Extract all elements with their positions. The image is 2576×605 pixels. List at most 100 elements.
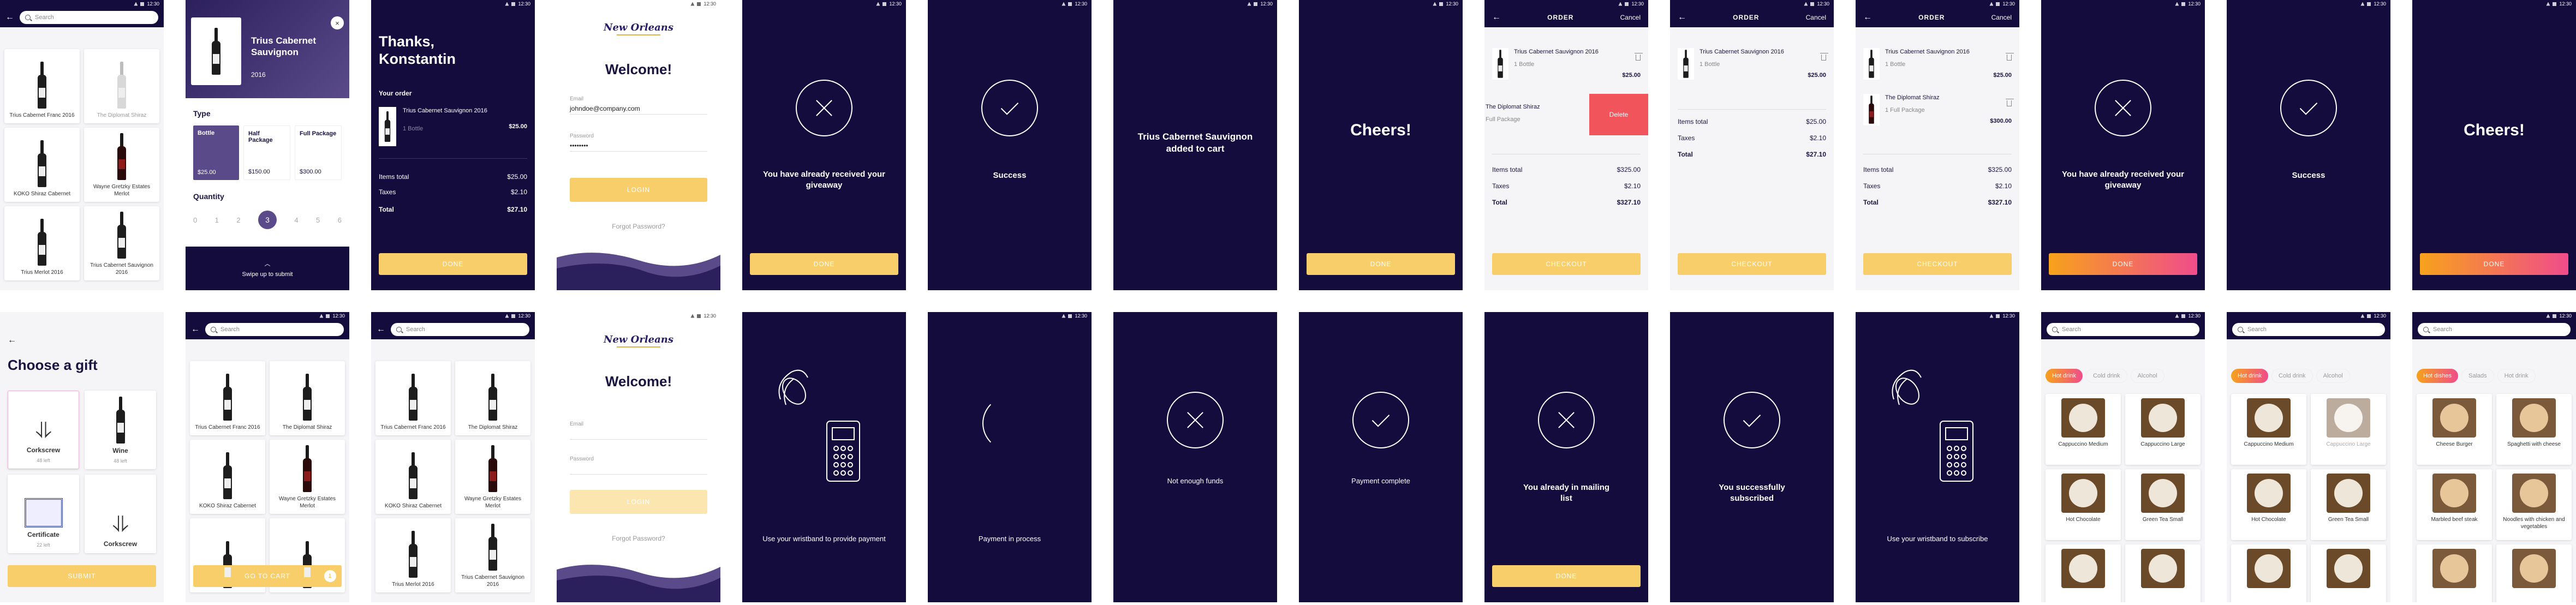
bottle-icon [38, 140, 46, 187]
trash-icon[interactable] [2006, 53, 2014, 61]
delete-button[interactable]: Delete [1589, 94, 1648, 135]
wine-card[interactable]: KOKO Shiraz Cabernet [4, 128, 80, 202]
trash-icon[interactable] [2006, 99, 2014, 106]
tab-cold-drink[interactable]: Cold drink [2271, 369, 2313, 383]
gift-card[interactable]: ⥥ Corkscrew [85, 475, 156, 553]
wine-card[interactable]: Trius Merlot 2016 [375, 518, 451, 592]
login-button[interactable]: LOGIN [570, 178, 707, 202]
dish-image [2432, 549, 2476, 588]
cancel-button[interactable]: Cancel [1806, 14, 1826, 21]
tab-hot-drink[interactable]: Hot drink [2046, 369, 2083, 383]
menu-item[interactable]: Cappuccino Medium [2046, 394, 2121, 465]
gift-card[interactable]: ⥥ Corkscrew 48 left [8, 391, 79, 469]
type-option-bottle[interactable]: Bottle $25.00 [193, 125, 239, 180]
menu-item[interactable]: Green Tea Small [2125, 469, 2201, 540]
menu-item[interactable] [2311, 544, 2386, 602]
search-input[interactable]: Search [2418, 323, 2571, 336]
status-bar: 12:30 [2412, 312, 2576, 320]
forgot-password-link[interactable]: Forgot Password? [557, 223, 720, 230]
tab-hot-dishes[interactable]: Hot dishes [2417, 369, 2458, 383]
cancel-button[interactable]: Cancel [1620, 14, 1641, 21]
type-option-half[interactable]: Half Package $150.00 [243, 125, 290, 180]
done-button[interactable]: DONE [750, 253, 898, 275]
checkout-button[interactable]: CHECKOUT [1678, 253, 1826, 275]
back-arrow-icon[interactable]: ← [1863, 13, 1872, 22]
wine-card[interactable]: Trius Cabernet Sauvignon 2016 [455, 518, 530, 592]
menu-item[interactable]: Hot Chocolate [2231, 469, 2306, 540]
back-arrow-icon[interactable]: ← [377, 325, 385, 334]
menu-item[interactable] [2046, 544, 2121, 602]
password-field[interactable]: Password [570, 456, 707, 475]
menu-item[interactable]: Green Tea Small [2311, 469, 2386, 540]
gift-card[interactable]: Certificate 22 left [8, 475, 79, 553]
search-input[interactable]: Search [2047, 323, 2199, 336]
wine-card[interactable]: The Diplomat Shiraz [84, 49, 159, 123]
submit-button[interactable]: SUBMIT [8, 565, 156, 587]
type-option-full[interactable]: Full Package $300.00 [295, 125, 342, 180]
menu-item[interactable] [2417, 544, 2492, 602]
tab-salads[interactable]: Salads [2461, 369, 2494, 383]
wine-card[interactable]: Trius Cabernet Franc 2016 [4, 49, 80, 123]
menu-item[interactable] [2125, 544, 2201, 602]
menu-item[interactable] [2496, 544, 2572, 602]
wine-card[interactable]: Wayne Gretzky Estates Merlot [455, 440, 530, 514]
back-arrow-icon[interactable]: ← [191, 325, 200, 334]
wine-card[interactable]: Trius Cabernet Sauvignon 2016 [84, 206, 159, 280]
email-field[interactable]: Email johndoe@company.com [570, 96, 707, 115]
wine-card[interactable]: Trius Cabernet Franc 2016 [375, 361, 451, 435]
checkout-button[interactable]: CHECKOUT [1863, 253, 2012, 275]
selected-quantity[interactable]: 3 [258, 211, 277, 229]
checkout-button[interactable]: CHECKOUT [1492, 253, 1641, 275]
trash-icon[interactable] [1820, 53, 1828, 61]
cancel-button[interactable]: Cancel [1991, 14, 2012, 21]
done-button[interactable]: DONE [1307, 253, 1455, 275]
menu-item[interactable] [2231, 544, 2306, 602]
swipe-submit[interactable]: ︿ Swipe up to submit [186, 247, 349, 290]
forgot-password-link[interactable]: Forgot Password? [557, 535, 720, 542]
login-button[interactable]: LOGIN [570, 490, 707, 514]
close-icon[interactable]: × [331, 16, 344, 29]
wine-card[interactable]: Wayne Gretzky Estates Merlot [84, 128, 159, 202]
menu-item[interactable]: Spaghetti with cheese [2496, 394, 2572, 465]
menu-item[interactable]: Marbled beef steak [2417, 469, 2492, 540]
menu-item[interactable]: Cappuccino Medium [2231, 394, 2306, 465]
menu-item[interactable]: Cappuccino Large [2311, 394, 2386, 465]
wine-card[interactable]: KOKO Shiraz Cabernet [190, 440, 265, 514]
email-field[interactable]: Email [570, 421, 707, 440]
wine-card[interactable]: Trius Cabernet Franc 2016 [190, 361, 265, 435]
tab-hot-drink[interactable]: Hot drink [2231, 369, 2269, 383]
menu-item[interactable]: Noodles with chicken and vegetables [2496, 469, 2572, 540]
tab-alcohol[interactable]: Alcohol [2316, 369, 2350, 383]
search-input[interactable]: Search [391, 323, 529, 336]
hot-chocolate-image [2061, 474, 2105, 513]
tab-cold-drink[interactable]: Cold drink [2086, 369, 2127, 383]
back-arrow-icon[interactable]: ← [1678, 13, 1686, 22]
wine-card[interactable]: Trius Merlot 2016 [4, 206, 80, 280]
menu-item[interactable]: Cappuccino Large [2125, 394, 2201, 465]
wine-card[interactable]: The Diplomat Shiraz [455, 361, 530, 435]
done-button[interactable]: DONE [2420, 253, 2568, 275]
back-arrow-icon[interactable]: ← [1492, 13, 1501, 22]
search-input[interactable]: Search [20, 11, 158, 24]
password-field[interactable]: Password •••••••• [570, 133, 707, 152]
wine-card[interactable]: KOKO Shiraz Cabernet [375, 440, 451, 514]
quantity-picker[interactable]: 012 3 456 [193, 211, 342, 229]
menu-item[interactable]: Hot Chocolate [2046, 469, 2121, 540]
wine-card[interactable]: Wayne Gretzky Estates Merlot [270, 440, 345, 514]
done-button[interactable]: DONE [1492, 565, 1641, 587]
back-arrow-icon[interactable]: ← [5, 13, 14, 22]
trash-icon[interactable] [1635, 53, 1643, 61]
tab-alcohol[interactable]: Alcohol [2130, 369, 2164, 383]
gift-card[interactable]: Wine 48 left [85, 391, 156, 469]
spinner-icon [982, 396, 1037, 451]
screen-subscribed: You successfully subscribed [1670, 312, 1834, 602]
menu-item[interactable]: Cheese Burger [2417, 394, 2492, 465]
wine-card[interactable]: The Diplomat Shiraz [270, 361, 345, 435]
go-to-cart-button[interactable]: GO TO CART 1 [193, 565, 342, 587]
search-input[interactable]: Search [2232, 323, 2385, 336]
done-button[interactable]: DONE [2049, 253, 2197, 275]
back-arrow-icon[interactable]: ← [8, 336, 16, 345]
search-input[interactable]: Search [205, 323, 344, 336]
tab-hot-drink[interactable]: Hot drink [2497, 369, 2536, 383]
done-button[interactable]: DONE [379, 253, 527, 275]
